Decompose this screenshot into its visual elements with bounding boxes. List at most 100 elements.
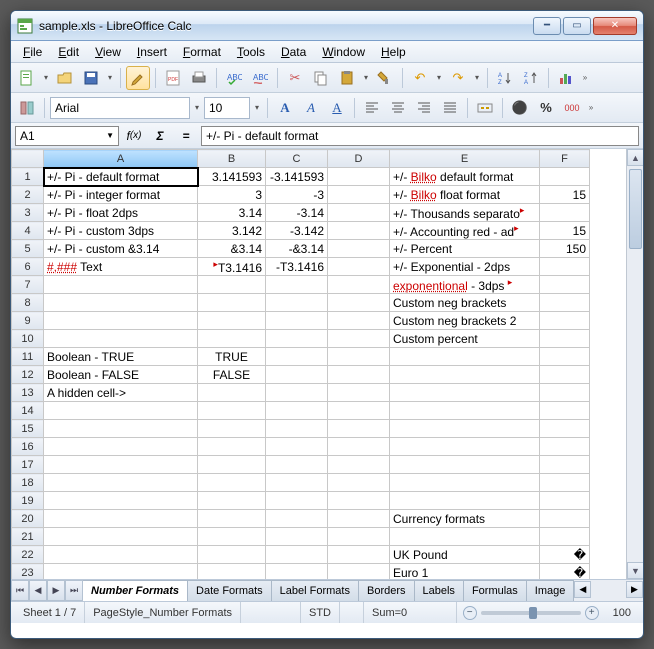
cell[interactable] — [266, 456, 328, 474]
row-header[interactable]: 21 — [12, 528, 44, 546]
cell[interactable] — [328, 276, 390, 294]
cell[interactable] — [328, 312, 390, 330]
cell[interactable] — [198, 492, 266, 510]
maximize-button[interactable]: ▭ — [563, 17, 591, 35]
cell[interactable]: +/- Percent — [390, 240, 540, 258]
cell[interactable] — [390, 366, 540, 384]
cell[interactable]: Currency formats — [390, 510, 540, 528]
cell[interactable] — [540, 366, 590, 384]
cell[interactable] — [328, 222, 390, 240]
cell[interactable] — [266, 528, 328, 546]
cell[interactable] — [540, 402, 590, 420]
row-header[interactable]: 20 — [12, 510, 44, 528]
titlebar[interactable]: sample.xls - LibreOffice Calc ━ ▭ ✕ — [11, 11, 643, 41]
menu-tools[interactable]: Tools — [229, 43, 273, 61]
cell[interactable] — [266, 546, 328, 564]
row-header[interactable]: 12 — [12, 366, 44, 384]
cell[interactable] — [198, 438, 266, 456]
cell[interactable] — [390, 348, 540, 366]
cell[interactable]: exponentional - 3dps ▸ — [390, 276, 540, 294]
italic-button[interactable]: A — [299, 96, 323, 120]
cell[interactable] — [44, 456, 198, 474]
cell[interactable] — [328, 402, 390, 420]
row-header[interactable]: 11 — [12, 348, 44, 366]
menu-format[interactable]: Format — [175, 43, 229, 61]
row-header[interactable]: 4 — [12, 222, 44, 240]
cell[interactable]: +/- Accounting red - ad▸ — [390, 222, 540, 240]
zoom-slider[interactable]: − + — [457, 606, 605, 620]
cell[interactable] — [540, 294, 590, 312]
row-header[interactable]: 22 — [12, 546, 44, 564]
column-header-F[interactable]: F — [540, 150, 590, 168]
row-header[interactable]: 1 — [12, 168, 44, 186]
chart-button[interactable] — [554, 66, 578, 90]
align-right-button[interactable] — [412, 96, 436, 120]
paste-dropdown[interactable]: ▾ — [361, 66, 371, 90]
cell[interactable]: 3.142 — [198, 222, 266, 240]
row-header[interactable]: 18 — [12, 474, 44, 492]
cell[interactable] — [390, 528, 540, 546]
cell[interactable]: � — [540, 564, 590, 580]
cell[interactable]: A hidden cell-> — [44, 384, 198, 402]
font-size-input[interactable] — [204, 97, 250, 119]
cell[interactable] — [198, 402, 266, 420]
cell[interactable] — [540, 456, 590, 474]
sum-button[interactable]: Σ — [149, 126, 171, 146]
cell[interactable]: Custom neg brackets 2 — [390, 312, 540, 330]
cell[interactable] — [44, 510, 198, 528]
copy-button[interactable] — [309, 66, 333, 90]
cell[interactable] — [328, 384, 390, 402]
row-header[interactable]: 19 — [12, 492, 44, 510]
cell[interactable] — [328, 366, 390, 384]
row-header[interactable]: 6 — [12, 258, 44, 276]
cell[interactable] — [390, 474, 540, 492]
sheet-tab-label-formats[interactable]: Label Formats — [271, 580, 359, 601]
scroll-right-button[interactable]: ▶ — [626, 581, 643, 598]
scroll-up-button[interactable]: ▲ — [627, 149, 643, 166]
cell[interactable] — [540, 330, 590, 348]
zoom-track[interactable] — [481, 611, 581, 615]
cell[interactable] — [540, 312, 590, 330]
font-size-dropdown[interactable]: ▾ — [252, 96, 262, 120]
cell[interactable] — [266, 492, 328, 510]
menu-view[interactable]: View — [87, 43, 129, 61]
cell[interactable] — [540, 510, 590, 528]
cell[interactable] — [540, 348, 590, 366]
cell[interactable] — [328, 474, 390, 492]
cell[interactable]: +/- Pi - custom &3.14 — [44, 240, 198, 258]
align-center-button[interactable] — [386, 96, 410, 120]
undo-button[interactable]: ↶ — [408, 66, 432, 90]
cell[interactable] — [390, 492, 540, 510]
cell[interactable] — [540, 258, 590, 276]
cell[interactable] — [266, 384, 328, 402]
cell[interactable] — [266, 420, 328, 438]
cell[interactable] — [328, 258, 390, 276]
cell[interactable] — [266, 438, 328, 456]
cell[interactable] — [540, 420, 590, 438]
cell[interactable]: -3 — [266, 186, 328, 204]
cell[interactable] — [44, 438, 198, 456]
cell[interactable] — [198, 456, 266, 474]
function-button[interactable]: = — [175, 126, 197, 146]
cell[interactable] — [328, 348, 390, 366]
sheet-tab-borders[interactable]: Borders — [358, 580, 415, 601]
cell[interactable] — [198, 276, 266, 294]
cell[interactable] — [266, 402, 328, 420]
menu-help[interactable]: Help — [373, 43, 414, 61]
scroll-left-button[interactable]: ◀ — [574, 581, 591, 598]
cell[interactable] — [198, 420, 266, 438]
cell[interactable] — [44, 474, 198, 492]
status-sum[interactable]: Sum=0 — [364, 602, 457, 623]
menu-edit[interactable]: Edit — [50, 43, 87, 61]
column-header-C[interactable]: C — [266, 150, 328, 168]
decimal-button[interactable]: 000 — [560, 96, 584, 120]
cell[interactable]: +/- Thousands separato▸ — [390, 204, 540, 222]
currency-button[interactable]: ⚫ — [508, 96, 532, 120]
cell[interactable] — [266, 294, 328, 312]
menu-window[interactable]: Window — [314, 43, 373, 61]
cell[interactable]: +/- Pi - default format — [44, 168, 198, 186]
cell[interactable] — [540, 492, 590, 510]
cell[interactable]: UK Pound — [390, 546, 540, 564]
cell[interactable] — [266, 510, 328, 528]
cell[interactable] — [266, 330, 328, 348]
